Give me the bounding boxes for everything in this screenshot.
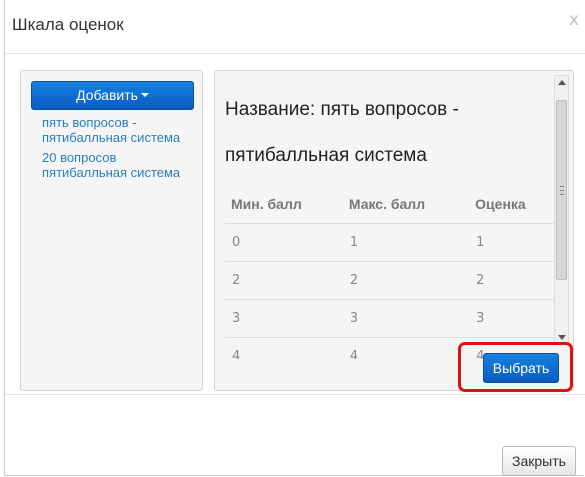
table-cell: 4 <box>225 337 343 359</box>
table-header-row: Мин. балл Макс. балл Оценка <box>225 185 556 224</box>
table-cell: 1 <box>342 223 470 262</box>
scale-detail-content[interactable]: Название: пять вопросов - пятибалльная с… <box>225 79 556 359</box>
scale-detail-panel: Название: пять вопросов - пятибалльная с… <box>214 70 574 391</box>
select-button[interactable]: Выбрать <box>483 353 559 383</box>
detail-scrollbar[interactable] <box>554 75 569 345</box>
table-cell: 2 <box>469 261 556 300</box>
table-cell: 2 <box>342 261 470 300</box>
table-cell: 1 <box>469 223 556 262</box>
dialog-body: Добавить пять вопросов - пятибалльная си… <box>5 54 585 394</box>
scale-item-five-questions[interactable]: пять вопросов - пятибалльная система <box>42 115 192 145</box>
close-icon[interactable]: x <box>569 10 579 30</box>
table-cell: 4 <box>342 337 470 359</box>
table-row: 3 3 3 <box>225 299 556 338</box>
table-cell: 3 <box>342 299 470 338</box>
scrollbar-thumb[interactable] <box>556 100 567 280</box>
scroll-down-arrow-icon[interactable] <box>558 335 566 340</box>
scale-name-heading: Название: пять вопросов - пятибалльная с… <box>225 99 459 166</box>
scale-list-panel: Добавить пять вопросов - пятибалльная си… <box>20 70 203 391</box>
column-header-max-score: Макс. балл <box>342 185 470 224</box>
grip-icon <box>560 186 564 195</box>
scroll-up-arrow-icon[interactable] <box>558 80 566 85</box>
add-dropdown-button[interactable]: Добавить <box>31 81 194 110</box>
column-header-grade: Оценка <box>469 185 556 224</box>
scale-item-twenty-questions[interactable]: 20 вопросов пятибалльная система <box>42 150 192 180</box>
grade-scale-dialog: Шкала оценок x Добавить пять вопросов - … <box>4 0 585 476</box>
table-row: 0 1 1 <box>225 223 556 262</box>
table-cell: 0 <box>225 223 343 262</box>
add-button-label: Добавить <box>76 87 138 103</box>
table-row: 2 2 2 <box>225 261 556 300</box>
table-cell: 3 <box>225 299 343 338</box>
dialog-title: Шкала оценок <box>12 15 124 34</box>
grade-table: Мин. балл Макс. балл Оценка 0 1 1 2 2 2 … <box>225 185 556 359</box>
dialog-footer: Закрыть <box>5 394 585 476</box>
column-header-min-score: Мин. балл <box>225 185 343 224</box>
caret-down-icon <box>140 93 149 98</box>
table-cell: 2 <box>225 261 343 300</box>
dialog-header: Шкала оценок x <box>5 0 585 54</box>
scale-list: пять вопросов - пятибалльная система 20 … <box>42 115 192 180</box>
close-button[interactable]: Закрыть <box>502 446 576 476</box>
table-cell: 3 <box>469 299 556 338</box>
